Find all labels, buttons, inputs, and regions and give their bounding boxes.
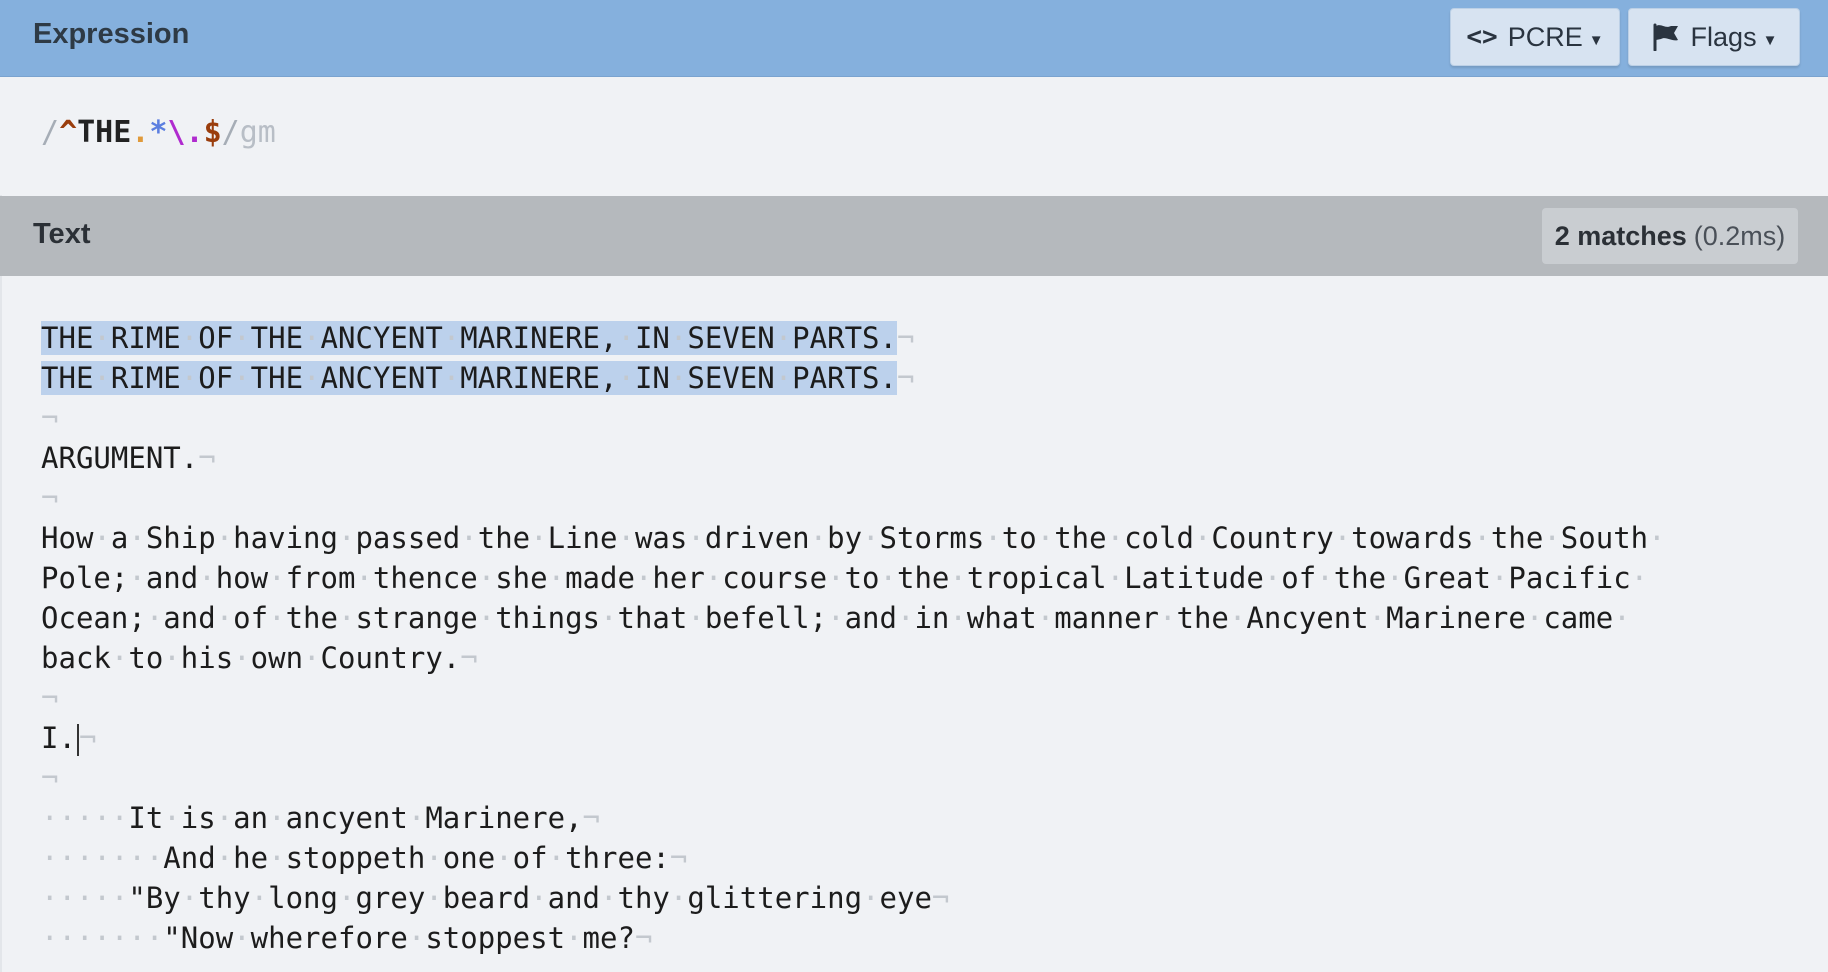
line-content: Pole;·and·how·from·thence·she·made·her·c… (41, 561, 1649, 595)
flavor-dropdown-button[interactable]: <> PCRE ▼ (1450, 8, 1620, 66)
text-line: ARGUMENT.¬ (41, 438, 1821, 478)
line-content: How·a·Ship·having·passed·the·Line·was·dr… (41, 521, 1666, 555)
line-end-marker: ¬ (198, 441, 216, 475)
code-brackets-icon: <> (1466, 22, 1498, 52)
line-end-marker: ¬ (896, 321, 915, 355)
line-content: Ocean;·and·of·the·strange·things·that·be… (41, 601, 1631, 635)
match-count-badge[interactable]: 2 matches (0.2ms) (1542, 208, 1798, 264)
line-content: ARGUMENT. (41, 441, 199, 475)
expression-any-char: . (131, 115, 150, 150)
text-line: I. ¬ (41, 718, 1821, 758)
expression-title: Expression (33, 18, 190, 50)
line-content: ·······"Now·wherefore·stoppest·me? (41, 921, 635, 955)
text-line: Ocean;·and·of·the·strange·things·that·be… (41, 598, 1821, 638)
text-line: back·to·his·own·Country.¬ (41, 638, 1821, 678)
expression-escaped-dot: \. (167, 115, 204, 150)
line-end-marker: ¬ (634, 921, 653, 955)
text-header: Text 2 matches (0.2ms) (0, 196, 1828, 276)
caret-down-icon: ▼ (1588, 31, 1604, 49)
expression-header: Expression <> PCRE ▼ Flags ▼ (0, 0, 1828, 77)
flags-label: Flags (1690, 21, 1757, 52)
text-line: How·a·Ship·having·passed·the·Line·was·dr… (41, 518, 1821, 558)
line-end-marker: ¬ (896, 361, 915, 395)
expression-end-anchor: $ (203, 115, 222, 150)
text-line: ¬ (41, 478, 1821, 518)
flag-icon (1653, 23, 1678, 51)
text-line: ¬ (41, 758, 1821, 798)
expression-flags: gm (239, 115, 276, 150)
text-line: ·····"By·thy·long·grey·beard·and·thy·gli… (41, 878, 1821, 918)
text-line: ·······"Now·wherefore·stoppest·me?¬ (41, 918, 1821, 958)
line-content: back·to·his·own·Country. (41, 641, 461, 675)
match-time: (0.2ms) (1693, 220, 1786, 251)
text-line: ¬ (41, 398, 1821, 438)
line-end-marker: ¬ (582, 801, 600, 835)
line-content: ·····"By·thy·long·grey·beard·and·thy·gli… (41, 881, 932, 915)
text-line-match: THE·RIME·OF·THE·ANCYENT·MARINERE,·IN·SEV… (41, 358, 1821, 398)
line-end-marker: ¬ (41, 481, 59, 515)
expression-close-delimiter: / (221, 115, 240, 150)
expression-editor[interactable]: /^THE.*\.$/gm (0, 77, 1828, 195)
text-line: ·····It·is·an·ancyent·Marinere,¬ (41, 798, 1821, 838)
expression-quantifier: * (149, 115, 168, 150)
caret-down-icon: ▼ (1762, 31, 1778, 49)
line-end-marker: ¬ (41, 681, 59, 715)
line-end-marker: ¬ (669, 841, 688, 875)
text-line: ·······And·he·stoppeth·one·of·three:¬ (41, 838, 1821, 878)
flags-dropdown-button[interactable]: Flags ▼ (1628, 8, 1800, 66)
text-title: Text (33, 218, 91, 250)
line-end-marker: ¬ (41, 401, 59, 435)
match-highlight: THE·RIME·OF·THE·ANCYENT·MARINERE,·IN·SEV… (41, 321, 897, 355)
match-count: 2 matches (1554, 220, 1687, 251)
expression-literal: THE (77, 115, 132, 150)
test-text-editor[interactable]: THE·RIME·OF·THE·ANCYENT·MARINERE,·IN·SEV… (41, 318, 1821, 958)
text-line: Pole;·and·how·from·thence·she·made·her·c… (41, 558, 1821, 598)
line-content: ·····It·is·an·ancyent·Marinere, (41, 801, 583, 835)
match-highlight: THE·RIME·OF·THE·ANCYENT·MARINERE,·IN·SEV… (41, 361, 897, 395)
expression-open-delimiter: / (41, 115, 60, 150)
expression-start-anchor: ^ (59, 115, 78, 150)
line-end-marker: ¬ (41, 761, 59, 795)
text-line: ¬ (41, 678, 1821, 718)
line-end-marker: ¬ (931, 881, 950, 915)
line-content: I. (41, 721, 76, 755)
line-end-marker: ¬ (460, 641, 478, 675)
line-content: ·······And·he·stoppeth·one·of·three: (41, 841, 670, 875)
expression-input[interactable]: /^THE.*\.$/gm (41, 115, 276, 150)
flavor-label: PCRE (1507, 21, 1583, 52)
line-end-marker: ¬ (78, 721, 97, 755)
text-line-match: THE·RIME·OF·THE·ANCYENT·MARINERE,·IN·SEV… (41, 318, 1821, 358)
regex-editor: Expression <> PCRE ▼ Flags ▼ /^THE.*\.$/… (0, 0, 1828, 972)
